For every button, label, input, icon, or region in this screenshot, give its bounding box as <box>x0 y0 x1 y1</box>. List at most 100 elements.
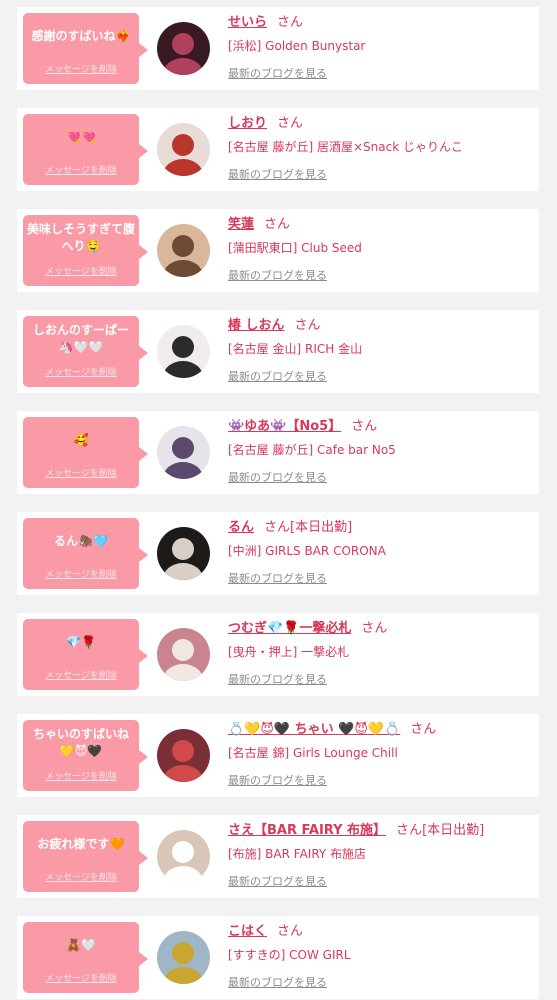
name-row: しおり さん <box>228 115 533 133</box>
shop-label: [名古屋 藤が丘] Cafe bar No5 <box>228 443 396 457</box>
message-bubble: 🧸🤍 メッセージを削除 <box>23 922 148 993</box>
profile-name-link[interactable]: るん <box>228 520 254 535</box>
honorific: さん <box>277 924 304 939</box>
profile-info: 椿 しおん さん [名古屋 金山] RICH 金山 最新のブログを見る <box>228 317 533 384</box>
name-row: るん さん[本日出勤] <box>228 519 533 537</box>
message-card: 美味しそうすぎて腹へり🤤 メッセージを削除 笑蓮 さん [蒲田駅東口] Club See… <box>17 209 539 292</box>
message-card: しおんのすーぱー🦄🤍🤍 メッセージを削除 椿 しおん さん [名古屋 金山] RICH … <box>17 310 539 393</box>
profile-info: つむぎ💎🌹一撃必札 さん [曳舟・押上] 一撃必札 最新のブログを見る <box>228 620 533 687</box>
avatar-photo <box>157 123 210 176</box>
honorific: さん <box>264 520 291 535</box>
name-row: 笑蓮 さん <box>228 216 533 234</box>
message-card: 🧸🤍 メッセージを削除 こはく さん [すすきの] COW GIRL 最新のブログを見る <box>17 916 539 999</box>
latest-blog-link[interactable]: 最新のブログを見る <box>228 772 327 788</box>
shop-label: [名古屋 金山] RICH 金山 <box>228 342 363 356</box>
profile-info: こはく さん [すすきの] COW GIRL 最新のブログを見る <box>228 923 533 990</box>
name-row: こはく さん <box>228 923 533 941</box>
avatar[interactable] <box>157 22 210 75</box>
profile-info: しおり さん [名古屋 藤が丘] 居酒屋×Snack じゃりんこ 最新のブログを見る <box>228 115 533 182</box>
honorific: さん <box>351 419 378 434</box>
message-card: お疲れ様です🧡 メッセージを削除 さえ【BAR FAIRY 布施】 さん[本日出勤] [… <box>17 815 539 898</box>
avatar[interactable] <box>157 527 210 580</box>
avatar-photo <box>157 224 210 277</box>
delete-message-link[interactable]: メッセージを削除 <box>23 163 139 176</box>
message-card: 💎🌹 メッセージを削除 つむぎ💎🌹一撃必札 さん [曳舟・押上] 一撃必札 最新のブログを… <box>17 613 539 696</box>
profile-name-link[interactable]: こはく <box>228 924 267 939</box>
shop-label: [中洲] GIRLS BAR CORONA <box>228 544 386 558</box>
shop-label: [浜松] Golden Bunystar <box>228 39 366 53</box>
message-list: 感謝のすばいね❤️‍🔥 メッセージを削除 せいらさん [浜松] Golden Buny… <box>0 0 557 1000</box>
shop-label: [すすきの] COW GIRL <box>228 948 351 962</box>
delete-message-link[interactable]: メッセージを削除 <box>23 466 139 479</box>
profile-info: 👾ゆあ👾【No5】 さん [名古屋 藤が丘] Cafe bar No5 最新のブログを… <box>228 418 533 485</box>
latest-blog-link[interactable]: 最新のブログを見る <box>228 368 327 384</box>
message-text: 🧸🤍 <box>66 937 96 952</box>
profile-name-link[interactable]: 👾ゆあ👾【No5】 <box>228 419 341 434</box>
latest-blog-link[interactable]: 最新のブログを見る <box>228 166 327 182</box>
latest-blog-link[interactable]: 最新のブログを見る <box>228 65 327 81</box>
profile-name-link[interactable]: 笑蓮 <box>228 217 254 232</box>
delete-message-link[interactable]: メッセージを削除 <box>23 567 139 580</box>
latest-blog-link[interactable]: 最新のブログを見る <box>228 267 327 283</box>
shop-label: [布施] BAR FAIRY 布施店 <box>228 847 367 861</box>
profile-name-link[interactable]: せいら <box>228 15 267 30</box>
name-row: 💍💛😈🖤 ちゃい 🖤😈💛💍 さん <box>228 721 533 739</box>
latest-blog-link[interactable]: 最新のブログを見る <box>228 873 327 889</box>
latest-blog-link[interactable]: 最新のブログを見る <box>228 570 327 586</box>
avatar[interactable] <box>157 224 210 277</box>
message-text: ちゃいのすばいね💛😈🖤 <box>32 727 129 758</box>
message-card: 感謝のすばいね❤️‍🔥 メッセージを削除 せいら さん [浜松] Golden Buny… <box>17 7 539 90</box>
name-row: 椿 しおん さん <box>228 317 533 335</box>
message-text: 感謝のすばいね❤️‍🔥 <box>31 28 131 43</box>
avatar-photo <box>157 628 210 681</box>
avatar[interactable] <box>157 123 210 176</box>
message-text: しおんのすーぱー🦄🤍🤍 <box>32 323 129 354</box>
profile-name-link[interactable]: しおり <box>228 116 267 131</box>
latest-blog-link[interactable]: 最新のブログを見る <box>228 671 327 687</box>
message-bubble: ちゃいのすばいね💛😈🖤 メッセージを削除 <box>23 720 148 791</box>
profile-name-link[interactable]: つむぎ💎🌹一撃必札 <box>228 621 351 636</box>
latest-blog-link[interactable]: 最新のブログを見る <box>228 974 327 990</box>
message-card: ちゃいのすばいね💛😈🖤 メッセージを削除 💍💛😈🖤 ちゃい 🖤😈💛💍 さん [名古屋 錦… <box>17 714 539 797</box>
avatar[interactable] <box>157 931 210 984</box>
honorific: さん <box>277 116 304 131</box>
delete-message-link[interactable]: メッセージを削除 <box>23 62 139 75</box>
delete-message-link[interactable]: メッセージを削除 <box>23 769 139 782</box>
message-bubble: るん🦣🩵 メッセージを削除 <box>23 518 148 589</box>
message-bubble: 🥰 メッセージを削除 <box>23 417 148 488</box>
name-row: さえ【BAR FAIRY 布施】 さん[本日出勤] <box>228 822 533 840</box>
latest-blog-link[interactable]: 最新のブログを見る <box>228 469 327 485</box>
avatar-photo <box>157 22 210 75</box>
message-bubble: 美味しそうすぎて腹へり🤤 メッセージを削除 <box>23 215 148 286</box>
delete-message-link[interactable]: メッセージを削除 <box>23 668 139 681</box>
delete-message-link[interactable]: メッセージを削除 <box>23 870 139 883</box>
avatar-photo <box>157 931 210 984</box>
shop-label: [名古屋 錦] Girls Lounge Chill <box>228 746 398 760</box>
avatar-photo <box>157 830 210 883</box>
message-bubble: お疲れ様です🧡 メッセージを削除 <box>23 821 148 892</box>
avatar[interactable] <box>157 830 210 883</box>
avatar[interactable] <box>157 628 210 681</box>
profile-name-link[interactable]: 💍💛😈🖤 ちゃい 🖤😈💛💍 <box>228 722 400 737</box>
avatar[interactable] <box>157 426 210 479</box>
profile-info: さえ【BAR FAIRY 布施】 さん[本日出勤] [布施] BAR FAIRY 布… <box>228 822 533 889</box>
delete-message-link[interactable]: メッセージを削除 <box>23 365 139 378</box>
avatar-photo <box>157 325 210 378</box>
delete-message-link[interactable]: メッセージを削除 <box>23 971 139 984</box>
message-text: 💘💘 <box>66 129 96 144</box>
honorific: さん <box>294 318 321 333</box>
profile-name-link[interactable]: 椿 しおん <box>228 318 285 333</box>
avatar[interactable] <box>157 729 210 782</box>
message-bubble: 💘💘 メッセージを削除 <box>23 114 148 185</box>
avatar-photo <box>157 527 210 580</box>
message-bubble: 💎🌹 メッセージを削除 <box>23 619 148 690</box>
shop-label: [蒲田駅東口] Club Seed <box>228 241 362 255</box>
name-row: 👾ゆあ👾【No5】 さん <box>228 418 533 436</box>
message-bubble: 感謝のすばいね❤️‍🔥 メッセージを削除 <box>23 13 148 84</box>
delete-message-link[interactable]: メッセージを削除 <box>23 264 139 277</box>
honorific: さん <box>264 217 291 232</box>
honorific: さん <box>410 722 437 737</box>
avatar[interactable] <box>157 325 210 378</box>
profile-name-link[interactable]: さえ【BAR FAIRY 布施】 <box>228 823 386 838</box>
name-row: つむぎ💎🌹一撃必札 さん <box>228 620 533 638</box>
